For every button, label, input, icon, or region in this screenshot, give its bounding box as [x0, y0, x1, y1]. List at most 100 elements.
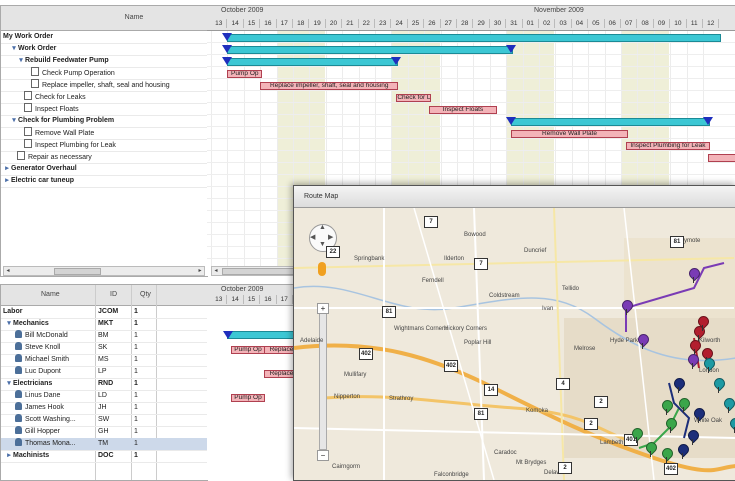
expand-triangle-icon[interactable]: ▾: [5, 318, 13, 330]
resource-day-cell: 15: [244, 295, 261, 304]
highway-shield: 81: [670, 236, 684, 248]
day-cell: 19: [309, 19, 326, 28]
map-pin-stem: [693, 277, 694, 283]
day-cell: 03: [555, 19, 572, 28]
expand-triangle-icon[interactable]: ▾: [17, 55, 25, 67]
task-tree-hscrollbar[interactable]: ◂ ▸: [3, 266, 205, 276]
highway-shield: 2: [594, 396, 608, 408]
city-label: Lambeth: [600, 440, 624, 446]
task-bar-replace[interactable]: Replace impeller, shaft, seal and housin…: [260, 82, 399, 90]
month-header-october: October 2009: [221, 7, 264, 14]
day-cell: 15: [244, 19, 261, 28]
expand-triangle-icon[interactable]: ▾: [5, 378, 13, 390]
resource-name-cell: Linus Dane: [15, 390, 60, 402]
resource-day-cell: 14: [227, 295, 244, 304]
task-tree-pane: Name My Work Order ▾ Work Order ▾ Rebuild Fe…: [0, 5, 237, 277]
city-label: Springbank: [354, 256, 385, 262]
resource-qty: 1: [134, 320, 138, 327]
city-label: Tellido: [562, 286, 580, 292]
resource-name-header[interactable]: Name: [41, 291, 60, 298]
person-icon: [15, 342, 22, 350]
expand-triangle-icon[interactable]: ▾: [10, 115, 18, 127]
highway-shield: 7: [474, 258, 488, 270]
task-bar-check-pump[interactable]: Pump Op: [227, 70, 263, 78]
scroll-left-arrow-icon[interactable]: ◂: [4, 267, 12, 275]
day-cell: 09: [654, 19, 671, 28]
day-cell: 20: [326, 19, 343, 28]
resource-qty-header[interactable]: Qty: [140, 291, 151, 298]
task-label: Inspect Plumbing for Leak: [35, 142, 116, 149]
pan-down-icon[interactable]: ▼: [319, 241, 326, 248]
task-bar-inspect-plumbing[interactable]: Inspect Plumbing for Leak: [625, 142, 710, 150]
scroll-left-arrow-icon[interactable]: ◂: [212, 267, 220, 275]
resource-name: Machinists: [13, 452, 50, 459]
pan-left-icon[interactable]: ◀: [310, 233, 315, 241]
summary-bar-my-work-order[interactable]: [227, 34, 722, 42]
map-pin-stem: [692, 363, 693, 369]
milestone-marker-icon: [222, 57, 233, 65]
milestone-marker-icon: [506, 45, 517, 53]
pan-up-icon[interactable]: ▲: [319, 224, 326, 231]
person-icon: [15, 414, 22, 422]
task-row[interactable]: ▸ Electric car tuneup: [1, 175, 209, 188]
resource-pane: Name ID Qty Labor JCOM 1 ▾ Mechanics MKT 1 Bill…: [0, 284, 208, 481]
task-bar-inspect-floats[interactable]: Inspect Floats: [429, 106, 497, 114]
task-bar-remove-plate[interactable]: Remove Wall Plate: [511, 130, 628, 138]
highway-shield: 22: [326, 246, 340, 258]
scroll-thumb[interactable]: [222, 268, 294, 275]
collapse-triangle-icon[interactable]: ▸: [3, 163, 11, 175]
resource-summary-bar[interactable]: [227, 331, 299, 339]
city-label: Nipperton: [334, 394, 361, 400]
person-icon: [15, 402, 22, 410]
highway-shield: 402: [664, 463, 678, 475]
resource-id: LD: [98, 392, 107, 399]
milestone-marker-icon: [222, 45, 233, 53]
expand-triangle-icon[interactable]: ▾: [10, 43, 18, 55]
street-view-pegman-icon[interactable]: [318, 262, 326, 276]
map-pin-stem: [642, 343, 643, 349]
map-pin-stem: [728, 407, 729, 413]
resource-qty: 1: [134, 452, 138, 459]
summary-bar-plumbing[interactable]: [511, 118, 710, 126]
task-bar-check-leaks[interactable]: Check for Leaks: [396, 94, 432, 102]
resource-id-header[interactable]: ID: [110, 291, 117, 298]
city-label: Strathroy: [389, 396, 414, 402]
task-label: Repair as necessary: [28, 154, 92, 161]
day-cell: 01: [523, 19, 539, 28]
zoom-slider[interactable]: [319, 308, 327, 450]
zoom-out-button[interactable]: −: [317, 450, 329, 461]
summary-bar-work-order[interactable]: [227, 46, 514, 54]
task-label: My Work Order: [3, 33, 54, 40]
map-pin-stem: [650, 451, 651, 457]
map-roads: [294, 208, 735, 480]
urban-area: [624, 238, 735, 318]
expand-triangle-icon[interactable]: ▸: [5, 450, 13, 462]
summary-bar-rebuild-pump[interactable]: [227, 58, 399, 66]
task-name-header-label: Name: [124, 14, 144, 21]
map-pin-stem: [702, 325, 703, 331]
zoom-in-button[interactable]: +: [317, 303, 329, 314]
scroll-thumb[interactable]: [54, 268, 101, 275]
day-cell: 28: [457, 19, 474, 28]
resource-header: Name ID Qty: [1, 285, 207, 306]
collapse-triangle-icon[interactable]: ▸: [3, 175, 11, 187]
resource-name-cell: James Hook: [15, 402, 64, 414]
task-name-header[interactable]: Name: [1, 6, 207, 31]
grid-row-line: [207, 42, 735, 43]
resource-name-cell: ▾ Electricians: [5, 378, 52, 390]
task-bar-repair[interactable]: [707, 154, 735, 162]
resource-day-cell: 17: [277, 295, 293, 304]
grid-row-line: [207, 90, 735, 91]
task-label: Electric car tuneup: [11, 177, 75, 184]
resource-id: JH: [98, 404, 107, 411]
scroll-right-arrow-icon[interactable]: ▸: [196, 267, 204, 275]
person-icon: [15, 438, 22, 446]
resource-bar-pump-2[interactable]: Pump Op: [231, 394, 265, 402]
task-label: Work Order: [18, 45, 57, 52]
resource-row[interactable]: ▸ Machinists DOC 1: [1, 450, 207, 463]
resource-bar-pump[interactable]: Pump Op: [231, 346, 265, 354]
task-label: Replace impeller, shaft, seal and housin…: [42, 82, 170, 89]
map-pin-stem: [682, 453, 683, 459]
map-canvas[interactable]: ▲ ▼ ◀ ▶ + − Bowood Duncrief Ballymote Sprin…: [294, 208, 735, 480]
pan-right-icon[interactable]: ▶: [328, 233, 333, 241]
